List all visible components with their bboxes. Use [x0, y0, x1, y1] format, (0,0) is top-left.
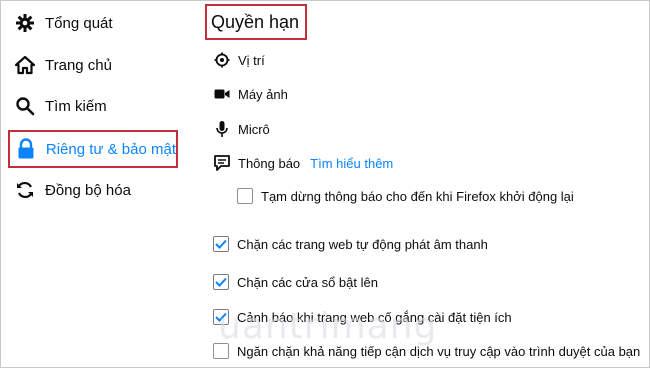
sidebar-item-sync[interactable]: Đồng bộ hóa — [8, 173, 178, 207]
lock-icon — [15, 137, 38, 161]
warn-addons-option[interactable]: Cảnh báo khi trang web cố gắng cài đặt t… — [213, 306, 512, 328]
checkmark-icon — [215, 312, 227, 322]
permission-notifications: Thông báo Tìm hiểu thêm — [213, 152, 393, 174]
permission-label: Máy ảnh — [238, 86, 288, 102]
microphone-icon — [213, 120, 231, 138]
sidebar-item-label: Đồng bộ hóa — [45, 181, 131, 199]
sidebar-item-general[interactable]: Tổng quát — [8, 6, 178, 40]
checkbox-label: Chặn các trang web tự động phát âm thanh — [237, 236, 488, 252]
sidebar-item-label: Riêng tư & bảo mật — [45, 140, 176, 158]
checkbox-label: Ngăn chặn khả năng tiếp cận dịch vụ truy… — [237, 343, 641, 359]
notification-icon — [213, 154, 231, 172]
block-popups-option[interactable]: Chặn các cửa sổ bật lên — [213, 271, 378, 293]
pause-notifications-checkbox[interactable] — [237, 188, 253, 204]
sync-icon — [13, 178, 37, 202]
checkmark-icon — [215, 239, 227, 249]
search-icon — [13, 94, 37, 118]
sidebar-item-label: Trang chủ — [45, 56, 112, 74]
sidebar-item-label: Tổng quát — [45, 14, 113, 32]
checkmark-icon — [215, 277, 227, 287]
permission-location[interactable]: Vị trí — [213, 49, 265, 71]
sidebar-item-privacy-security[interactable]: Riêng tư & bảo mật — [8, 130, 178, 168]
camera-icon — [213, 85, 231, 103]
pause-notifications-option[interactable]: Tạm dừng thông báo cho đến khi Firefox k… — [237, 185, 574, 207]
main-content: Quyền hạn Vị trí Máy ảnh Micrô Thông báo… — [195, 0, 650, 368]
permission-camera[interactable]: Máy ảnh — [213, 83, 288, 105]
location-icon — [213, 51, 231, 69]
checkbox-label: Chặn các cửa sổ bật lên — [237, 274, 378, 290]
checkbox-label: Tạm dừng thông báo cho đến khi Firefox k… — [261, 188, 574, 204]
home-icon — [13, 53, 37, 77]
learn-more-link[interactable]: Tìm hiểu thêm — [310, 156, 393, 171]
permission-microphone[interactable]: Micrô — [213, 118, 270, 140]
prevent-accessibility-checkbox[interactable] — [213, 343, 229, 359]
permission-label: Micrô — [238, 121, 270, 137]
warn-addons-checkbox[interactable] — [213, 309, 229, 325]
sidebar-item-search[interactable]: Tìm kiếm — [8, 89, 178, 123]
block-autoplay-checkbox[interactable] — [213, 236, 229, 252]
sidebar: Tổng quát Trang chủ Tìm kiếm Riêng tư & … — [0, 0, 195, 368]
block-popups-checkbox[interactable] — [213, 274, 229, 290]
permission-label: Vị trí — [238, 52, 265, 68]
block-autoplay-option[interactable]: Chặn các trang web tự động phát âm thanh — [213, 233, 488, 255]
permission-label: Thông báo — [238, 155, 301, 171]
checkbox-label: Cảnh báo khi trang web cố gắng cài đặt t… — [237, 309, 512, 325]
prevent-accessibility-option[interactable]: Ngăn chặn khả năng tiếp cận dịch vụ truy… — [213, 340, 640, 362]
gear-icon — [13, 11, 37, 35]
page-title: Quyền hạn — [205, 4, 307, 40]
sidebar-item-label: Tìm kiếm — [45, 97, 107, 115]
sidebar-item-home[interactable]: Trang chủ — [8, 48, 178, 82]
